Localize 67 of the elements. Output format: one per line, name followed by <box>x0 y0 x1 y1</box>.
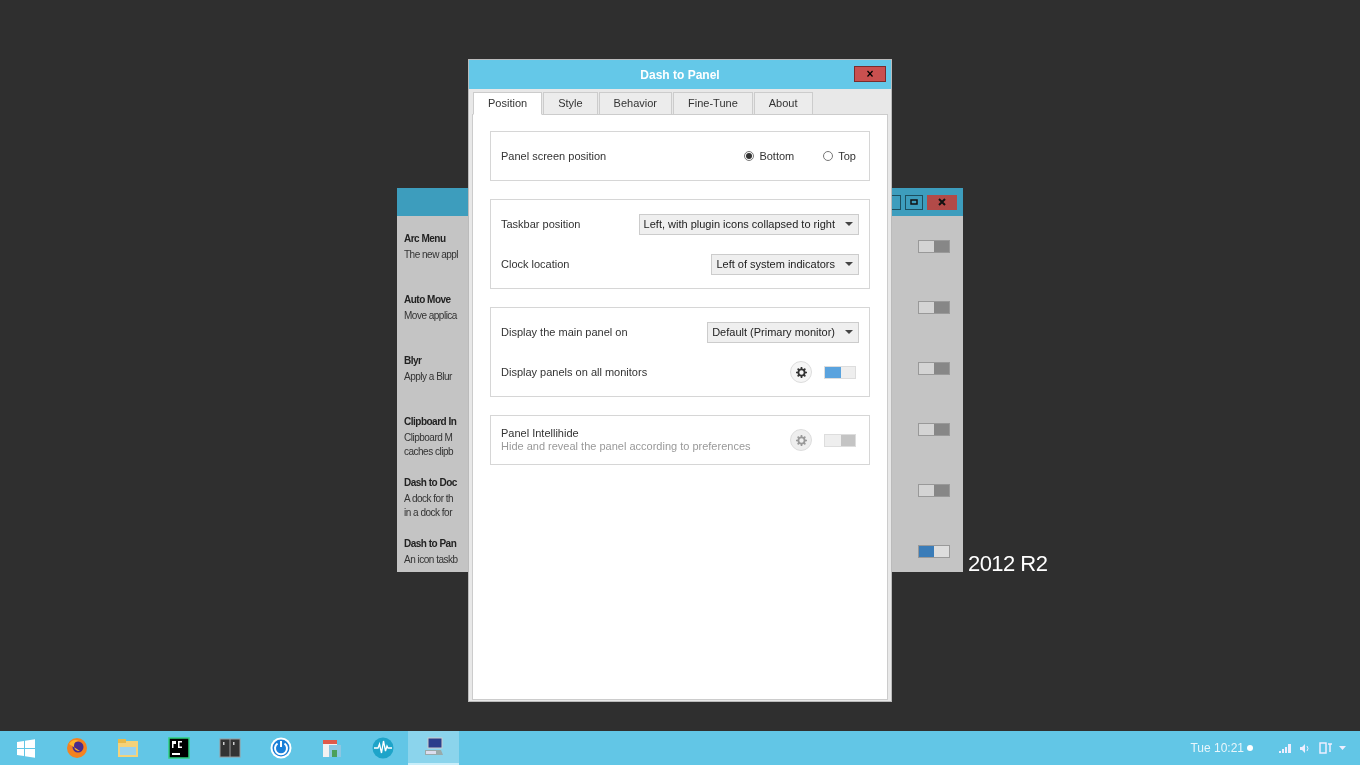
extension-description: caches clipb <box>404 445 454 459</box>
radio-option[interactable]: Top <box>823 147 859 165</box>
tab[interactable]: Position <box>473 92 543 115</box>
waveform-icon <box>371 737 394 759</box>
toggle-switch[interactable] <box>918 484 950 497</box>
toggle-switch[interactable] <box>918 301 950 314</box>
toggle-switch[interactable] <box>918 545 950 558</box>
window-title: Dash to Panel <box>640 66 720 84</box>
taskbar-button[interactable] <box>408 731 459 765</box>
extension-name: Dash to Pan <box>404 537 457 551</box>
split-panel-icon <box>218 737 241 759</box>
extension-name: Arc Menu <box>404 232 446 246</box>
setting-label: Taskbar position <box>501 216 581 232</box>
extension-description: Apply a Blur <box>404 370 452 384</box>
extension-description: An icon taskb <box>404 553 458 567</box>
caret-icon[interactable] <box>1339 746 1346 750</box>
setting-label: Panel screen position <box>501 148 607 164</box>
extension-name: Dash to Doc <box>404 476 457 490</box>
maximize-icon <box>910 199 918 205</box>
toggle-switch[interactable] <box>918 362 950 375</box>
dropdown[interactable]: Left of system indicators <box>711 253 859 275</box>
desktop-text: 2012 R2 <box>968 550 1048 578</box>
caret-icon <box>845 222 853 226</box>
close-icon <box>938 198 946 206</box>
extension-description: in a dock for <box>404 506 452 520</box>
windows-logo-icon <box>14 737 37 759</box>
tab[interactable]: Style <box>543 92 598 115</box>
extension-description: A dock for th <box>404 492 454 506</box>
toggle-switch[interactable] <box>918 423 950 436</box>
caret-icon <box>845 330 853 334</box>
extension-description: Clipboard M <box>404 431 453 445</box>
extension-name: Blyr <box>404 354 422 368</box>
extension-description: The new appl <box>404 248 459 262</box>
settings-icon <box>795 366 807 378</box>
tab[interactable]: Fine-Tune <box>673 92 753 115</box>
extension-name: Auto Move <box>404 293 451 307</box>
volume-icon[interactable] <box>1300 742 1310 754</box>
extension-description: Move applica <box>404 309 457 323</box>
maximize-button[interactable] <box>905 194 923 210</box>
settings-icon <box>795 434 807 446</box>
setting-label: Display the main panel on <box>501 324 628 340</box>
extension-name: Clipboard In <box>404 415 457 429</box>
tab[interactable]: Behavior <box>598 92 673 115</box>
folder-icon <box>116 737 139 759</box>
setting-label: Clock location <box>501 256 570 272</box>
power-icon <box>269 737 292 759</box>
radio-option[interactable]: Bottom <box>744 147 798 165</box>
battery-icon[interactable] <box>1319 742 1332 754</box>
dropdown[interactable]: Left, with plugin icons collapsed to right <box>638 213 859 235</box>
computer-icon <box>422 736 445 758</box>
close-button[interactable] <box>927 194 957 210</box>
close-button[interactable]: × <box>854 66 886 82</box>
radio-button[interactable] <box>823 151 834 161</box>
toggle-switch[interactable] <box>918 240 950 253</box>
settings-button[interactable] <box>790 361 812 383</box>
radio-button[interactable] <box>744 151 755 161</box>
document-stack-icon <box>320 737 343 759</box>
notification-dot-icon <box>1247 745 1253 751</box>
caret-icon <box>845 262 853 266</box>
pc-tile-icon <box>167 737 190 759</box>
setting-description: Hide and reveal the panel according to preferences <box>501 440 751 453</box>
setting-label: Display panels on all monitors <box>501 364 648 380</box>
tab[interactable]: About <box>753 92 813 115</box>
setting-label: Panel Intellihide <box>501 427 580 440</box>
fox-globe-icon <box>65 737 88 759</box>
dropdown[interactable]: Default (Primary monitor) <box>707 321 859 343</box>
signal-icon[interactable] <box>1279 743 1291 753</box>
